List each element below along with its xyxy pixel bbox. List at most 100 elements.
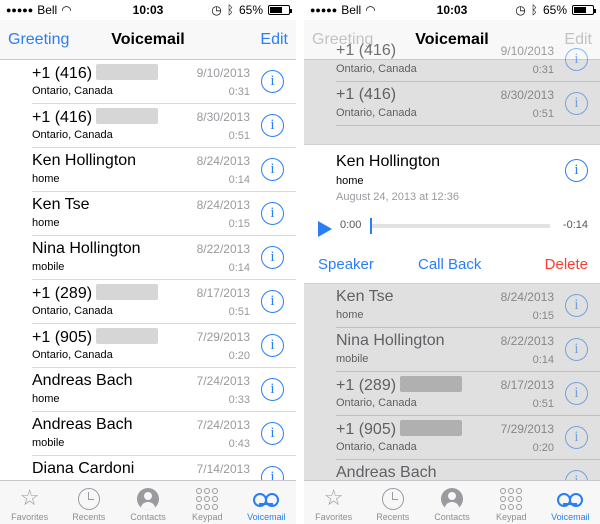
info-icon[interactable]: i	[565, 92, 588, 115]
tab-label: Favorites	[315, 512, 353, 522]
voicemail-screen-list: ●●●●● Bell ◠ 10:03 ◷ ᛒ 65% Greeting Voicemai…	[0, 0, 296, 524]
battery-icon	[572, 5, 596, 15]
voicemail-caller-name: Ken Hollington	[336, 153, 441, 170]
tab-recents[interactable]: Recents	[363, 481, 422, 524]
star-icon: ☆	[19, 485, 40, 510]
info-icon[interactable]: i	[565, 426, 588, 449]
scrubber-thumb[interactable]	[370, 218, 372, 234]
caller-label: Ontario, Canada	[336, 397, 417, 409]
tab-label: Keypad	[191, 512, 223, 522]
bluetooth-icon: ᛒ	[530, 3, 538, 17]
voicemail-date: 8/30/2013	[196, 110, 250, 124]
voicemail-list: +1 (416) Ontario, Canada 9/10/2013 0:31 i +1 …	[0, 60, 296, 500]
list-item[interactable]: +1 (416) Ontario, Canada 8/30/2013 0:51 i	[32, 104, 296, 148]
delete-button[interactable]: Delete	[545, 256, 588, 273]
caller-label: Ontario, Canada	[32, 305, 113, 317]
list-item[interactable]: Ken Hollington home 8/24/2013 0:14 i	[32, 148, 296, 192]
list-item[interactable]: Nina Hollington mobile 8/22/2013 0:14 i	[336, 328, 600, 372]
tab-label: Keypad	[495, 512, 527, 522]
list-item[interactable]: +1 (289) Ontario, Canada 8/17/2013 0:51 i	[32, 280, 296, 324]
list-item[interactable]: +1 (289) Ontario, Canada 8/17/2013 0:51 i	[336, 372, 600, 416]
voicemail-icon	[237, 484, 296, 512]
info-icon[interactable]: i	[261, 378, 284, 401]
voicemail-date: 7/29/2013	[500, 422, 554, 436]
info-icon[interactable]: i	[261, 246, 284, 269]
edit-button[interactable]: Edit	[260, 31, 288, 49]
tab-voicemail[interactable]: Voicemail	[541, 481, 600, 524]
tab-keypad[interactable]: Keypad	[178, 481, 237, 524]
page-title: Voicemail	[111, 31, 185, 48]
caller-label: Ontario, Canada	[32, 349, 113, 361]
speaker-button[interactable]: Speaker	[318, 256, 374, 273]
caller-label: home	[32, 217, 60, 229]
info-icon[interactable]: i	[261, 422, 284, 445]
voicemail-duration: 0:31	[228, 86, 250, 98]
caller-name: Diana Cardoni	[32, 460, 135, 477]
voicemail-duration: 0:43	[228, 438, 250, 450]
status-bar: ●●●●● Bell ◠ 10:03 ◷ ᛒ 65%	[304, 0, 600, 20]
list-item[interactable]: +1 (416) Ontario, Canada 9/10/2013 0:31 i	[32, 60, 296, 104]
caller-label: Ontario, Canada	[32, 85, 113, 97]
info-icon[interactable]: i	[261, 70, 284, 93]
list-item[interactable]: Andreas Bach home 7/24/2013 0:33 i	[32, 368, 296, 412]
voicemail-icon	[541, 484, 600, 512]
caller-label: mobile	[336, 353, 369, 365]
list-item[interactable]: +1 (416) Ontario, Canada 9/10/2013 0:31 i	[336, 38, 600, 82]
caller-name: Ken Tse	[336, 288, 394, 305]
tab-keypad[interactable]: Keypad	[482, 481, 541, 524]
list-item[interactable]: Andreas Bach mobile 7/24/2013 0:43 i	[32, 412, 296, 456]
list-item[interactable]: Nina Hollington mobile 8/22/2013 0:14 i	[32, 236, 296, 280]
redacted-number	[96, 108, 159, 124]
info-icon[interactable]: i	[565, 48, 588, 71]
voicemail-duration: 0:14	[228, 174, 250, 186]
tab-recents[interactable]: Recents	[59, 481, 118, 524]
info-icon[interactable]: i	[261, 334, 284, 357]
list-item[interactable]: +1 (416) Ontario, Canada 8/30/2013 0:51 i	[336, 82, 600, 126]
caller-name: +1 (289)	[32, 284, 159, 303]
voicemail-duration: 0:51	[532, 398, 554, 410]
voicemail-duration: 0:15	[228, 218, 250, 230]
list-item[interactable]: Ken Tse home 8/24/2013 0:15 i	[336, 284, 600, 328]
voicemail-duration: 0:51	[228, 306, 250, 318]
tab-label: Contacts	[434, 512, 470, 522]
list-item[interactable]: +1 (905) Ontario, Canada 7/29/2013 0:20 i	[32, 324, 296, 368]
info-icon[interactable]: i	[565, 338, 588, 361]
tab-bar: ☆ Favorites Recents Contacts Keypad Voicemail	[304, 480, 600, 524]
info-icon[interactable]: i	[565, 294, 588, 317]
tab-contacts[interactable]: Contacts	[422, 481, 481, 524]
list-item[interactable]: Ken Tse home 8/24/2013 0:15 i	[32, 192, 296, 236]
info-icon[interactable]: i	[261, 114, 284, 137]
play-icon[interactable]	[318, 221, 332, 237]
playback-position: 0:00	[340, 219, 362, 231]
info-icon[interactable]: i	[565, 159, 588, 182]
expanded-voicemail[interactable]: Ken Hollington home August 24, 2013 at 1…	[304, 144, 600, 284]
info-icon[interactable]: i	[261, 202, 284, 225]
voicemail-duration: 0:51	[532, 108, 554, 120]
call-back-button[interactable]: Call Back	[418, 256, 481, 273]
caller-name: +1 (416)	[32, 64, 159, 83]
tab-label: Contacts	[130, 512, 166, 522]
tab-voicemail[interactable]: Voicemail	[237, 481, 296, 524]
playback-scrubber[interactable]	[370, 224, 550, 228]
info-icon[interactable]: i	[261, 158, 284, 181]
info-icon[interactable]: i	[261, 290, 284, 313]
info-icon[interactable]: i	[565, 382, 588, 405]
star-icon: ☆	[323, 485, 344, 510]
person-icon	[422, 484, 481, 512]
list-item[interactable]: +1 (905) Ontario, Canada 7/29/2013 0:20 i	[336, 416, 600, 460]
divider	[296, 0, 304, 524]
caller-name: +1 (289)	[336, 376, 463, 395]
keypad-icon	[482, 484, 541, 512]
voicemail-duration: 0:20	[532, 442, 554, 454]
caller-name: Nina Hollington	[336, 332, 445, 349]
voicemail-date: 8/17/2013	[196, 286, 250, 300]
voicemail-date: 7/24/2013	[196, 418, 250, 432]
voicemail-caller-label: home	[336, 175, 364, 187]
tab-label: Favorites	[11, 512, 49, 522]
caller-label: home	[32, 393, 60, 405]
voicemail-date: 8/24/2013	[196, 154, 250, 168]
tab-contacts[interactable]: Contacts	[118, 481, 177, 524]
voicemail-duration: 0:33	[228, 394, 250, 406]
tab-favorites[interactable]: ☆ Favorites	[304, 481, 363, 524]
tab-favorites[interactable]: ☆ Favorites	[0, 481, 59, 524]
